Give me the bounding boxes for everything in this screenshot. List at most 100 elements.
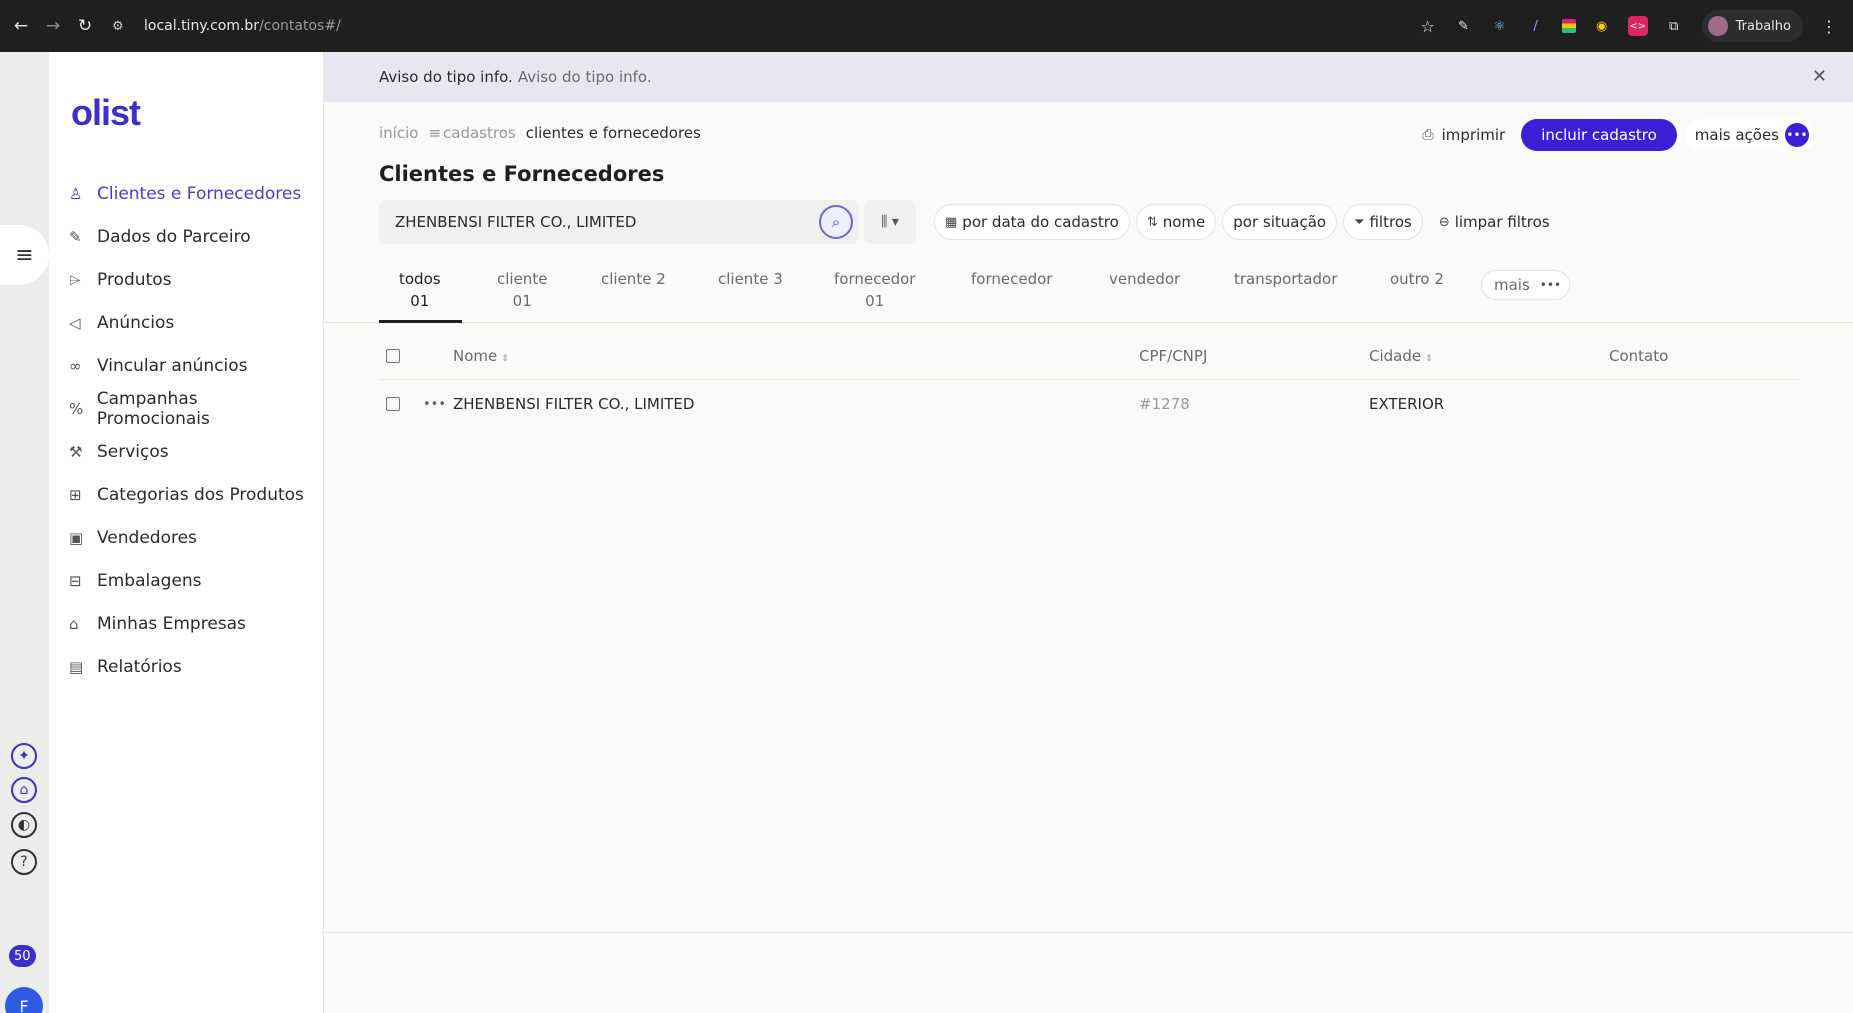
puzzle-extensions-icon[interactable]: ⧉ [1664, 16, 1684, 36]
sidebar-item-vendedores[interactable]: ▣ Vendedores [69, 516, 314, 559]
print-button[interactable]: ⎙ imprimir [1422, 126, 1505, 144]
calendar-icon: ▦ [945, 214, 958, 230]
tab-label: fornecedor [834, 270, 916, 288]
filters-button[interactable]: ⏷ filtros [1343, 204, 1423, 240]
row-actions-icon[interactable]: ••• [423, 397, 453, 412]
tab-todos[interactable]: todos 01 [399, 270, 441, 310]
tab-fornecedor[interactable]: fornecedor 01 [834, 270, 915, 310]
sidebar-item-label: Embalagens [97, 570, 202, 591]
column-header-doc: CPF/CNPJ [1139, 346, 1208, 365]
sidebar-item-clientes-fornecedores[interactable]: ♙ Clientes e Fornecedores [69, 172, 314, 215]
search-icon[interactable]: ⌕ [819, 205, 853, 239]
row-city: EXTERIOR [1369, 395, 1445, 413]
bank-icon: ⌂ [69, 614, 79, 633]
column-header-label: Cidade [1369, 346, 1422, 365]
pen-extension-icon[interactable]: ✎ [1454, 16, 1474, 36]
page-title: Clientes e Fornecedores [379, 162, 665, 186]
help-icon[interactable]: ? [11, 849, 37, 875]
breadcrumb-cadastros[interactable]: cadastros [443, 124, 516, 142]
tab-cliente-2[interactable]: cliente 2 [601, 270, 666, 288]
hamburger-icon[interactable]: ≡ [0, 225, 49, 285]
more-actions-label: mais ações [1694, 126, 1779, 144]
filter-by-status-button[interactable]: por situação [1222, 204, 1338, 240]
column-header-name[interactable]: Nome ⇕ [453, 347, 1139, 365]
stack-extension-icon[interactable] [1561, 19, 1576, 33]
react-extension-icon[interactable]: ⚛ [1490, 16, 1510, 36]
profile-chip[interactable]: Trabalho [1701, 10, 1803, 42]
forward-icon[interactable]: → [42, 15, 64, 37]
brush-extension-icon[interactable]: / [1526, 16, 1546, 36]
close-icon[interactable]: ✕ [1812, 66, 1827, 87]
header-actions: ⎙ imprimir incluir cadastro mais ações •… [1422, 119, 1815, 151]
report-icon: ▤ [69, 657, 84, 676]
row-checkbox[interactable] [386, 397, 400, 411]
sidebar-item-campanhas[interactable]: % Campanhas Promocionais [69, 387, 314, 430]
clear-filters-button[interactable]: ⊖ limpar filtros [1429, 204, 1560, 240]
pink-extension-icon[interactable]: <> [1627, 16, 1648, 36]
bookmark-star-icon[interactable]: ☆ [1418, 16, 1438, 36]
browser-menu-icon[interactable]: ⋮ [1821, 17, 1837, 36]
sidebar-item-dados-parceiro[interactable]: ✎ Dados do Parceiro [69, 215, 314, 258]
sidebar-item-label: Minhas Empresas [97, 613, 246, 634]
tab-transportador[interactable]: transportador [1234, 270, 1337, 288]
tab-label: outro 2 [1390, 270, 1444, 288]
sidebar-item-embalagens[interactable]: ⊟ Embalagens [69, 559, 314, 602]
sidebar-item-produtos[interactable]: ⌲ Produtos [69, 258, 314, 301]
olist-logo[interactable]: olist [71, 92, 141, 134]
tab-cliente[interactable]: cliente 01 [497, 270, 547, 310]
contact-type-tabs: todos 01 cliente 01 cliente 2 cliente 3 … [324, 270, 1853, 326]
reload-icon[interactable]: ↻ [74, 15, 96, 37]
tab-fornecedor-2[interactable]: fornecedor [971, 270, 1052, 288]
tab-cliente-3[interactable]: cliente 3 [718, 270, 783, 288]
sort-name-button[interactable]: ⇅ nome [1135, 204, 1217, 240]
back-icon[interactable]: ← [10, 15, 32, 37]
search-box: ⌕ [379, 200, 859, 244]
filter-bar: ▦ por data do cadastro ⇅ nome por situaç… [934, 204, 1566, 240]
sidebar-item-relatorios[interactable]: ▤ Relatórios [69, 645, 314, 688]
filter-by-status-label: por situação [1233, 213, 1327, 231]
add-contact-button[interactable]: incluir cadastro [1521, 119, 1677, 151]
column-header-contact: Contato [1609, 346, 1669, 365]
table-row[interactable]: ••• ZHENBENSI FILTER CO., LIMITED #1278 … [379, 380, 1799, 428]
sort-icon: ⇕ [1425, 353, 1433, 364]
sidebar-item-anuncios[interactable]: ◁ Anúncios [69, 301, 314, 344]
sidebar-item-categorias[interactable]: ⊞ Categorias dos Produtos [69, 473, 314, 516]
contrast-icon[interactable]: ◐ [11, 812, 37, 838]
tabs-more-button[interactable]: mais ••• [1481, 270, 1571, 300]
tab-outro-2[interactable]: outro 2 [1390, 270, 1444, 288]
columns-toggle-button[interactable]: ⫼ ▾ [864, 200, 916, 244]
sidebar-item-label: Clientes e Fornecedores [97, 183, 302, 204]
breadcrumb-home[interactable]: início [379, 124, 418, 142]
user-avatar[interactable]: F [5, 987, 43, 1013]
tab-count: 01 [410, 292, 430, 310]
spark-icon[interactable]: ✦ [11, 743, 37, 769]
sidebar-item-vincular-anuncios[interactable]: ∞ Vincular anúncios [69, 344, 314, 387]
wrench-icon: ⚒ [69, 442, 83, 461]
tab-vendedor[interactable]: vendedor [1109, 270, 1180, 288]
gift-icon[interactable]: ⌂ [11, 777, 37, 803]
breadcrumb-current: clientes e fornecedores [525, 124, 701, 142]
sidebar: olist ♙ Clientes e Fornecedores ✎ Dados … [49, 52, 324, 1013]
column-header-city[interactable]: Cidade ⇕ [1369, 347, 1609, 365]
filter-by-date-button[interactable]: ▦ por data do cadastro [934, 204, 1130, 240]
tab-label: fornecedor [971, 270, 1053, 288]
select-all-checkbox[interactable] [386, 348, 400, 363]
percent-icon: % [69, 399, 84, 418]
tabs-divider [324, 322, 1853, 323]
sidebar-item-servicos[interactable]: ⚒ Serviços [69, 430, 314, 473]
search-input[interactable] [395, 213, 775, 231]
notification-badge[interactable]: 50 [9, 945, 36, 967]
more-actions-button[interactable]: mais ações ••• [1684, 119, 1815, 151]
more-dots-icon: ••• [1539, 278, 1562, 292]
site-settings-icon[interactable]: ⚙ [112, 19, 132, 34]
sidebar-item-minhas-empresas[interactable]: ⌂ Minhas Empresas [69, 602, 314, 645]
info-banner: Aviso do tipo info. Aviso do tipo info. … [324, 52, 1853, 102]
banner-text: Aviso do tipo info. [517, 68, 652, 86]
row-name[interactable]: ZHENBENSI FILTER CO., LIMITED [453, 395, 1139, 413]
briefcase-icon: ▣ [69, 528, 84, 547]
address-bar[interactable]: ⚙ local.tiny.com.br/contatos#/ [112, 8, 341, 44]
more-dots-icon: ••• [1785, 123, 1809, 147]
palette-extension-icon[interactable]: ◉ [1592, 16, 1612, 36]
breadcrumb-list-icon: ≡ [428, 124, 442, 142]
profile-name: Trabalho [1735, 18, 1791, 34]
